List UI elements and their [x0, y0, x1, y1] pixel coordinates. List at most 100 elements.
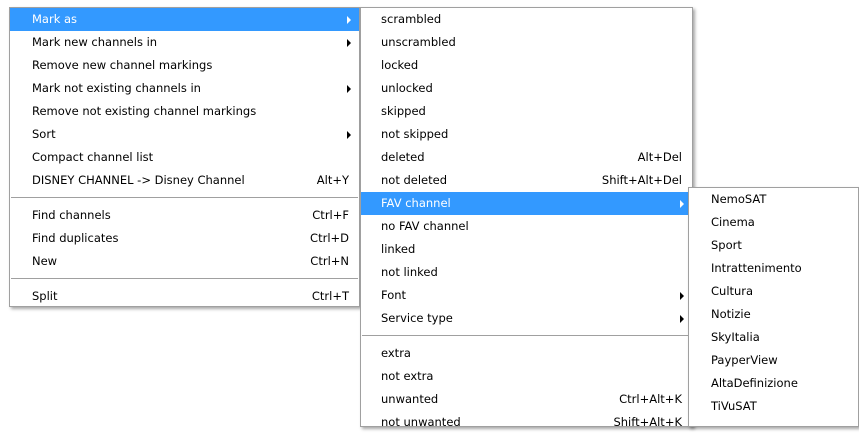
menu-item-label: not deleted: [381, 173, 448, 187]
menu-item-shortcut: Shift+Alt+Del: [601, 173, 682, 187]
menu-item-fav-cultura[interactable]: Cultura: [689, 280, 858, 303]
menu-item-unscrambled[interactable]: unscrambled: [361, 31, 692, 54]
menu-item-remove-not-existing-channel-markings[interactable]: Remove not existing channel markings: [10, 100, 359, 123]
context-menu-mark-as: scrambled unscrambled locked unlocked sk…: [360, 7, 693, 429]
menu-item-label: not unwanted: [381, 415, 461, 429]
menu-item-label: not skipped: [381, 127, 449, 141]
menu-item-linked[interactable]: linked: [361, 238, 692, 261]
menu-item-fav-nemosat[interactable]: NemoSAT: [689, 188, 858, 211]
submenu-arrow-icon: [680, 292, 684, 300]
menu-item-label: Find duplicates: [32, 231, 119, 245]
menu-item-extra[interactable]: extra: [361, 342, 692, 365]
menu-item-label: unwanted: [381, 392, 439, 406]
menu-item-label: Notizie: [711, 307, 751, 321]
menu-item-sort[interactable]: Sort: [10, 123, 359, 146]
menu-item-label: AltaDefinizione: [711, 376, 798, 390]
menu-item-shortcut: Ctrl+N: [310, 254, 349, 268]
menu-item-shortcut: Ctrl+D: [310, 231, 349, 245]
menu-item-label: not extra: [381, 369, 434, 383]
menu-item-shortcut: Ctrl+Alt+K: [619, 392, 682, 406]
menu-item-label: Cinema: [711, 215, 755, 229]
menu-item-find-duplicates[interactable]: Find duplicates Ctrl+D: [10, 227, 359, 250]
menu-item-label: Intrattenimento: [711, 261, 802, 275]
menu-separator: [362, 335, 691, 336]
menu-item-fav-cinema[interactable]: Cinema: [689, 211, 858, 234]
menu-item-label: no FAV channel: [381, 219, 469, 233]
menu-item-label: New: [32, 254, 58, 268]
menu-item-remove-new-channel-markings[interactable]: Remove new channel markings: [10, 54, 359, 77]
context-menu-main: Mark as Mark new channels in Remove new …: [9, 7, 360, 307]
menu-item-mark-as[interactable]: Mark as: [10, 8, 359, 31]
menu-item-label: SkyItalia: [711, 330, 760, 344]
menu-item-fav-skyitalia[interactable]: SkyItalia: [689, 326, 858, 349]
menu-item-not-deleted[interactable]: not deleted Shift+Alt+Del: [361, 169, 692, 192]
menu-item-fav-payperview[interactable]: PayperView: [689, 349, 858, 372]
menu-item-label: Mark new channels in: [32, 35, 158, 49]
menu-item-new[interactable]: New Ctrl+N: [10, 250, 359, 273]
menu-item-rename-channel[interactable]: DISNEY CHANNEL -> Disney Channel Alt+Y: [10, 169, 359, 192]
menu-item-find-channels[interactable]: Find channels Ctrl+F: [10, 204, 359, 227]
menu-item-label: Cultura: [711, 284, 754, 298]
menu-item-label: Sort: [32, 127, 56, 141]
menu-item-mark-not-existing-channels-in[interactable]: Mark not existing channels in: [10, 77, 359, 100]
menu-item-font[interactable]: Font: [361, 284, 692, 307]
menu-item-shortcut: Ctrl+T: [311, 289, 349, 303]
menu-item-unlocked[interactable]: unlocked: [361, 77, 692, 100]
menu-item-label: Service type: [381, 311, 453, 325]
menu-item-label: Find channels: [32, 208, 111, 222]
menu-item-label: extra: [381, 346, 411, 360]
menu-item-label: deleted: [381, 150, 425, 164]
menu-item-label: linked: [381, 242, 416, 256]
menu-item-unwanted[interactable]: unwanted Ctrl+Alt+K: [361, 388, 692, 411]
menu-item-label: Compact channel list: [32, 150, 154, 164]
menu-item-shortcut: Alt+Y: [316, 173, 349, 187]
context-menu-fav-channel: NemoSAT Cinema Sport Intrattenimento Cul…: [688, 187, 859, 427]
menu-item-label: Mark as: [32, 12, 78, 26]
menu-item-shortcut: Ctrl+F: [312, 208, 349, 222]
menu-item-no-fav-channel[interactable]: no FAV channel: [361, 215, 692, 238]
menu-item-label: DISNEY CHANNEL -> Disney Channel: [32, 173, 245, 187]
menu-item-label: Split: [32, 289, 58, 303]
menu-item-label: unlocked: [381, 81, 433, 95]
menu-separator: [11, 278, 358, 279]
menu-item-label: not linked: [381, 265, 438, 279]
menu-item-label: PayperView: [711, 353, 778, 367]
menu-item-label: unscrambled: [381, 35, 456, 49]
menu-item-fav-tivusat[interactable]: TiVuSAT: [689, 395, 858, 418]
submenu-arrow-icon: [347, 39, 351, 47]
menu-item-not-extra[interactable]: not extra: [361, 365, 692, 388]
menu-item-fav-sport[interactable]: Sport: [689, 234, 858, 257]
submenu-arrow-icon: [680, 200, 684, 208]
menu-item-locked[interactable]: locked: [361, 54, 692, 77]
menu-item-label: TiVuSAT: [711, 399, 757, 413]
submenu-arrow-icon: [347, 85, 351, 93]
menu-item-scrambled[interactable]: scrambled: [361, 8, 692, 31]
menu-item-fav-channel[interactable]: FAV channel: [361, 192, 692, 215]
menu-item-label: Remove not existing channel markings: [32, 104, 257, 118]
menu-separator: [11, 197, 358, 198]
menu-item-label: Sport: [711, 238, 742, 252]
menu-item-label: scrambled: [381, 12, 442, 26]
menu-item-label: Mark not existing channels in: [32, 81, 201, 95]
menu-item-skipped[interactable]: skipped: [361, 100, 692, 123]
menu-item-label: NemoSAT: [711, 192, 767, 206]
menu-item-compact-channel-list[interactable]: Compact channel list: [10, 146, 359, 169]
menu-item-label: FAV channel: [381, 196, 451, 210]
menu-item-label: Remove new channel markings: [32, 58, 213, 72]
menu-item-mark-new-channels-in[interactable]: Mark new channels in: [10, 31, 359, 54]
menu-item-split[interactable]: Split Ctrl+T: [10, 285, 359, 308]
menu-item-label: Font: [381, 288, 407, 302]
menu-item-fav-notizie[interactable]: Notizie: [689, 303, 858, 326]
submenu-arrow-icon: [680, 315, 684, 323]
menu-item-shortcut: Alt+Del: [637, 150, 682, 164]
menu-item-fav-altadefinizione[interactable]: AltaDefinizione: [689, 372, 858, 395]
menu-item-label: locked: [381, 58, 419, 72]
menu-item-not-linked[interactable]: not linked: [361, 261, 692, 284]
menu-item-label: skipped: [381, 104, 426, 118]
submenu-arrow-icon: [347, 131, 351, 139]
menu-item-service-type[interactable]: Service type: [361, 307, 692, 330]
submenu-arrow-icon: [347, 16, 351, 24]
menu-item-fav-intrattenimento[interactable]: Intrattenimento: [689, 257, 858, 280]
menu-item-not-skipped[interactable]: not skipped: [361, 123, 692, 146]
menu-item-deleted[interactable]: deleted Alt+Del: [361, 146, 692, 169]
